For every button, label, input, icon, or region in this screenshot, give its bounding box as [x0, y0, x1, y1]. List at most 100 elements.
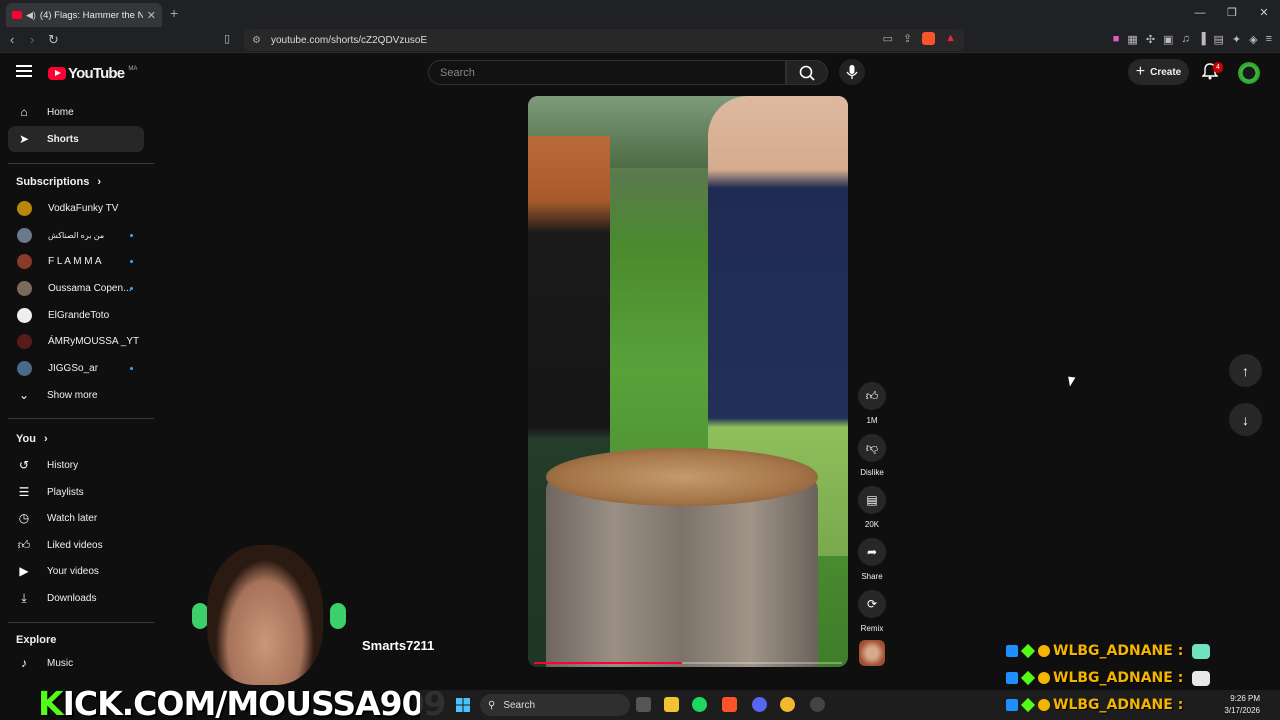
shorts-icon: ➤ [18, 132, 30, 146]
qr-icon[interactable]: ▦ [1127, 33, 1137, 46]
forward-icon[interactable]: › [30, 32, 34, 47]
video-progress-bar[interactable] [534, 662, 842, 664]
logo-text: YouTube [68, 65, 125, 82]
minimize-icon[interactable]: — [1184, 0, 1216, 27]
search-input[interactable]: Search [428, 60, 786, 85]
subscriptions-heading[interactable]: Subscriptions › [16, 176, 101, 188]
browser-tab[interactable]: ◀) (4) Flags: Hammer the Nail @ ✕ [6, 3, 162, 27]
channel-name: من بره الصناكش [48, 230, 105, 240]
restore-icon[interactable]: ❐ [1216, 0, 1248, 27]
extensions-toolbar: ■ ▦ ✣ ▣ ♫ ▐ ▤ ✦ ◈ ≡ [1113, 33, 1272, 46]
chat-username: WLBG_ADNANE : [1053, 670, 1184, 686]
channel-avatar [17, 333, 32, 349]
sidebar-item-subscription[interactable]: ElGrandeToto [8, 302, 144, 328]
sidebar-item-subscription[interactable]: F L A M M A [8, 248, 144, 274]
hamburger-menu-icon[interactable] [16, 65, 32, 77]
bookmark-icon[interactable]: ▯ [224, 32, 230, 45]
remix-button[interactable]: ⟳ Remix [858, 590, 886, 633]
site-info-icon[interactable]: ⚙ [252, 35, 261, 46]
sidebar-item-subscription[interactable]: JIGGSo_ar [8, 355, 144, 381]
shorts-video-player[interactable] [528, 96, 848, 667]
sidebar-item-music[interactable]: ♪ Music [8, 650, 144, 676]
create-button[interactable]: + Create [1128, 59, 1189, 85]
emote-icon [1192, 643, 1211, 659]
omni-actions: ▭ ⇪ ▲ [882, 32, 956, 45]
comment-icon: ▤ [858, 486, 886, 514]
channel-name: VodkaFunky TV [48, 202, 119, 214]
home-icon: ⌂ [20, 105, 28, 119]
account-avatar[interactable] [1238, 62, 1260, 84]
arrow-down-icon: ↓ [1242, 411, 1249, 428]
system-clock[interactable]: 9:26 PM 3/17/2026 [1224, 693, 1260, 717]
streamer-face [207, 545, 323, 685]
app-icon[interactable] [780, 697, 795, 712]
voice-search-button[interactable] [839, 59, 865, 85]
sidebar-toggle-icon[interactable]: ▐ [1198, 33, 1206, 46]
url-field[interactable]: ⚙ youtube.com/shorts/cZ2QDVzusoE ▭ ⇪ ▲ [244, 29, 964, 51]
clock-date: 3/17/2026 [1224, 706, 1260, 715]
show-more-button[interactable]: ⌄ Show more [8, 382, 144, 408]
comments-button[interactable]: ▤ 20K [858, 486, 886, 529]
brave-shields-icon[interactable] [922, 32, 936, 45]
brave-rewards-icon[interactable]: ▲ [945, 32, 956, 45]
sidebar-item-subscription[interactable]: ÁMRyMOUSSA _YT [8, 328, 144, 354]
taskbar-search-label: Search [503, 699, 536, 711]
reload-icon[interactable]: ↻ [48, 32, 59, 48]
you-heading[interactable]: You › [16, 433, 48, 445]
sidebar-item-history[interactable]: ↺ History [8, 452, 144, 478]
wallet-icon[interactable]: ▤ [1213, 33, 1223, 46]
spotify-icon[interactable] [692, 697, 707, 712]
next-short-button[interactable]: ↓ [1229, 403, 1262, 436]
extension-icon[interactable]: ■ [1113, 33, 1120, 46]
notification-badge: 4 [1213, 62, 1223, 73]
back-icon[interactable]: ‹ [10, 32, 14, 47]
close-window-icon[interactable]: ✕ [1248, 0, 1280, 27]
taskbar-search[interactable]: ⚲ Search [480, 694, 630, 716]
leo-icon[interactable]: ✦ [1232, 33, 1241, 46]
share-page-icon[interactable]: ⇪ [903, 32, 912, 45]
cast-icon[interactable]: ▭ [882, 32, 892, 45]
tab-title: (4) Flags: Hammer the Nail @ [39, 9, 143, 21]
badge-icon [1006, 672, 1018, 684]
file-explorer-icon[interactable] [664, 697, 679, 712]
chat-message: WLBG_ADNANE : [1006, 697, 1183, 713]
plus-icon: + [1135, 63, 1146, 80]
media-icon[interactable]: ♫ [1181, 33, 1189, 46]
search-button[interactable] [786, 60, 828, 85]
remix-label: Remix [860, 624, 884, 633]
sidebar-item-downloads[interactable]: ⤓ Downloads [8, 585, 144, 611]
discord-icon[interactable] [752, 697, 767, 712]
sidebar-item-subscription[interactable]: من بره الصناكش [8, 222, 144, 248]
sidebar-item-watch-later[interactable]: ◷ Watch later [8, 505, 144, 531]
sidebar-item-liked-videos[interactable]: 👍︎ Liked videos [8, 532, 144, 558]
headphone-icon [192, 603, 208, 629]
windows-start-icon[interactable] [456, 698, 470, 712]
chevron-right-icon: › [43, 433, 48, 445]
video-icon: ▶ [19, 564, 29, 578]
share-button[interactable]: ➦ Share [858, 538, 886, 581]
puzzle-icon[interactable]: ✣ [1146, 33, 1155, 46]
thumbs-up-icon: 👍︎ [858, 382, 886, 410]
like-button[interactable]: 👍︎ 1M [858, 382, 886, 425]
sidebar-item-your-videos[interactable]: ▶ Your videos [8, 558, 144, 584]
tab-close-icon[interactable]: ✕ [147, 9, 156, 22]
new-tab-button[interactable]: + [170, 5, 178, 21]
obs-icon[interactable] [810, 697, 825, 712]
dislike-button[interactable]: 👎︎ Dislike [858, 434, 886, 477]
youtube-logo[interactable]: YouTube MA [48, 65, 137, 82]
create-label: Create [1150, 66, 1182, 78]
browser-menu-icon[interactable]: ≡ [1266, 33, 1272, 46]
creator-avatar[interactable] [859, 640, 885, 666]
sidebar-item-subscription[interactable]: Oussama Copen... [8, 275, 144, 301]
brave-icon[interactable] [722, 697, 737, 712]
divider [8, 622, 154, 623]
sidebar-item-home[interactable]: ⌂ Home [8, 99, 144, 125]
task-view-icon[interactable] [636, 697, 651, 712]
sidebar-item-playlists[interactable]: ☰ Playlists [8, 479, 144, 505]
sidebar-item-shorts[interactable]: ➤ Shorts [8, 126, 144, 152]
sidebar-item-subscription[interactable]: VodkaFunky TV [8, 195, 144, 221]
previous-short-button[interactable]: ↑ [1229, 354, 1262, 387]
tab-icon[interactable]: ▣ [1163, 33, 1173, 46]
sidebar-item-label: Home [47, 106, 74, 118]
vpn-icon[interactable]: ◈ [1249, 33, 1257, 46]
